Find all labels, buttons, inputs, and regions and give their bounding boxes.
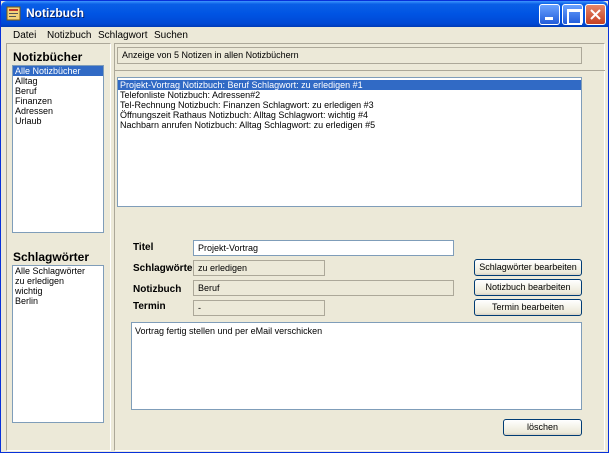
edit-date-button[interactable]: Termin bearbeiten <box>474 299 582 316</box>
delete-button[interactable]: löschen <box>503 419 582 436</box>
tags-field: zu erledigen <box>193 260 325 276</box>
note-list-item[interactable]: Öffnungszeit Rathaus Notizbuch: Alltag S… <box>118 110 581 120</box>
menu-datei[interactable]: Datei <box>13 30 36 41</box>
maximize-icon[interactable] <box>562 4 583 25</box>
note-list-item[interactable]: Nachbarn anrufen Notizbuch: Alltag Schla… <box>118 120 581 130</box>
notebook-label: Notizbuch <box>133 284 182 295</box>
tag-list-item[interactable]: wichtig <box>13 286 103 296</box>
notebook-list-item[interactable]: Adressen <box>13 106 103 116</box>
note-list-item[interactable]: Telefonliste Notizbuch: Adressen#2 <box>118 90 581 100</box>
tag-list[interactable]: Alle Schlagwörter zu erledigen wichtig Berl… <box>12 265 104 423</box>
notebook-list-item[interactable]: Alltag <box>13 76 103 86</box>
status-text: Anzeige von 5 Notizen in allen Notizbüch… <box>117 47 582 64</box>
notes-list[interactable]: Projekt-Vortrag Notizbuch: Beruf Schlagw… <box>117 77 582 207</box>
note-list-item[interactable]: Tel-Rechnung Notizbuch: Finanzen Schlagw… <box>118 100 581 110</box>
title-field[interactable]: Projekt-Vortrag <box>193 240 454 256</box>
minimize-icon[interactable] <box>539 4 560 25</box>
tag-list-item[interactable]: zu erledigen <box>13 276 103 286</box>
window-title: Notizbuch <box>26 6 84 20</box>
note-list-item[interactable]: Projekt-Vortrag Notizbuch: Beruf Schlagw… <box>118 80 581 90</box>
notebook-list-item[interactable]: Finanzen <box>13 96 103 106</box>
date-field: - <box>193 300 325 316</box>
tags-label: Schlagwörter <box>133 263 197 274</box>
notebook-list[interactable]: Alle Notizbücher Alltag Beruf Finanzen Adres… <box>12 65 104 233</box>
title-label: Titel <box>133 242 154 253</box>
date-label: Termin <box>133 301 166 312</box>
tag-list-item[interactable]: Berlin <box>13 296 103 306</box>
close-icon[interactable] <box>585 4 606 25</box>
menu-schlagwort[interactable]: Schlagwort <box>98 30 147 41</box>
notebook-list-item[interactable]: Alle Notizbücher <box>13 66 103 76</box>
tags-heading: Schlagwörter <box>13 250 90 264</box>
edit-tags-button[interactable]: Schlagwörter bearbeiten <box>474 259 582 276</box>
edit-notebook-button[interactable]: Notizbuch bearbeiten <box>474 279 582 296</box>
tag-list-item[interactable]: Alle Schlagwörter <box>13 266 103 276</box>
app-window: Notizbuch Datei Notizbuch Schlagwort Suc… <box>0 0 609 453</box>
menu-notizbuch[interactable]: Notizbuch <box>47 30 91 41</box>
menu-suchen[interactable]: Suchen <box>154 30 188 41</box>
notebook-list-item[interactable]: Urlaub <box>13 116 103 126</box>
app-icon <box>6 6 21 21</box>
notebooks-heading: Notizbücher <box>13 50 83 64</box>
notebook-list-item[interactable]: Beruf <box>13 86 103 96</box>
note-body-textarea[interactable]: Vortrag fertig stellen und per eMail ver… <box>131 322 582 410</box>
title-bar[interactable]: Notizbuch <box>1 1 608 27</box>
notebook-field: Beruf <box>193 280 454 296</box>
